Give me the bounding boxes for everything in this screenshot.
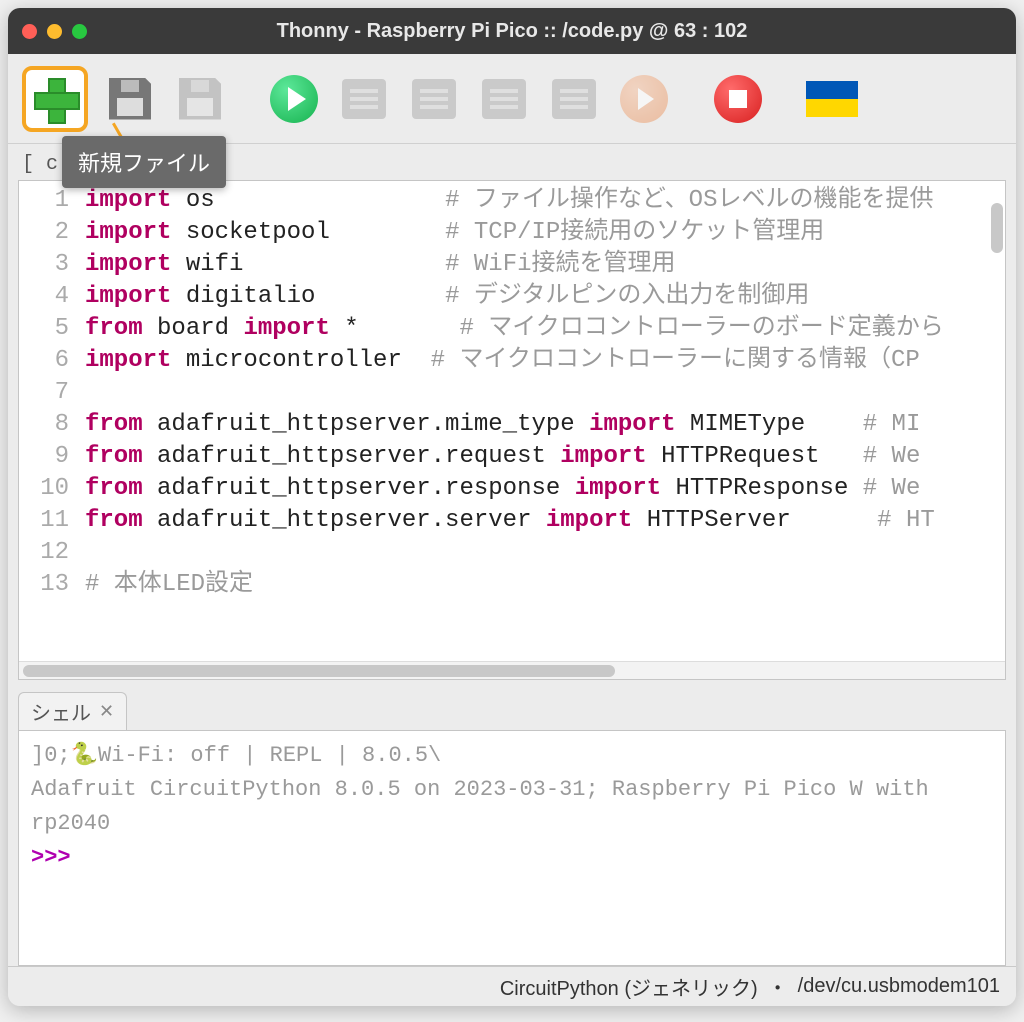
step-into-button[interactable]: [476, 71, 532, 127]
status-sep: ・: [768, 972, 788, 1001]
step-over-icon: [412, 79, 456, 119]
traffic-lights: [22, 24, 87, 39]
shell-tab[interactable]: シェル ✕: [18, 692, 127, 730]
shell-prompt: >>>: [31, 845, 71, 870]
editor-tab[interactable]: [ c: [18, 149, 62, 180]
play-icon: [270, 75, 318, 123]
stop-button[interactable]: [710, 71, 766, 127]
save-icon: [179, 78, 221, 120]
backend-label[interactable]: CircuitPython (ジェネリック): [500, 972, 758, 1001]
toolbar: 新規ファイル: [8, 54, 1016, 144]
ukraine-flag-icon: [806, 81, 858, 117]
zoom-window-button[interactable]: [72, 24, 87, 39]
window-title: Thonny - Raspberry Pi Pico :: /code.py @…: [8, 20, 1016, 43]
shell-body[interactable]: ]0;🐍Wi-Fi: off | REPL | 8.0.5\ Adafruit …: [18, 730, 1006, 966]
resume-icon: [620, 75, 668, 123]
app-window: Thonny - Raspberry Pi Pico :: /code.py @…: [8, 8, 1016, 1006]
debug-button[interactable]: [336, 71, 392, 127]
statusbar: CircuitPython (ジェネリック) ・ /dev/cu.usbmode…: [8, 966, 1016, 1006]
close-window-button[interactable]: [22, 24, 37, 39]
shell-line: Adafruit CircuitPython 8.0.5 on 2023-03-…: [31, 773, 993, 841]
shell-tab-label: シェル: [31, 697, 91, 726]
step-into-icon: [482, 79, 526, 119]
editor-container: 12345678910111213 import os # ファイル操作など、O…: [18, 180, 1006, 680]
resume-button[interactable]: [616, 71, 672, 127]
new-file-button[interactable]: [22, 66, 88, 132]
shell-tabbar: シェル ✕: [18, 692, 1006, 730]
stop-icon: [714, 75, 762, 123]
open-file-button[interactable]: [102, 71, 158, 127]
shell-panel: シェル ✕ ]0;🐍Wi-Fi: off | REPL | 8.0.5\ Ada…: [18, 692, 1006, 966]
editor-body[interactable]: 12345678910111213 import os # ファイル操作など、O…: [19, 181, 1005, 661]
step-out-button[interactable]: [546, 71, 602, 127]
shell-line: ]0;🐍Wi-Fi: off | REPL | 8.0.5\: [31, 739, 993, 773]
minimize-window-button[interactable]: [47, 24, 62, 39]
close-icon[interactable]: ✕: [99, 701, 114, 722]
horizontal-scrollbar[interactable]: [19, 661, 1005, 679]
titlebar: Thonny - Raspberry Pi Pico :: /code.py @…: [8, 8, 1016, 54]
line-number-gutter: 12345678910111213: [19, 181, 79, 661]
run-button[interactable]: [266, 71, 322, 127]
code-area[interactable]: import os # ファイル操作など、OSレベルの機能を提供import s…: [79, 181, 1005, 661]
vertical-scrollbar[interactable]: [991, 203, 1003, 253]
open-icon: [109, 78, 151, 120]
new-file-tooltip: 新規ファイル: [62, 136, 226, 188]
support-ukraine-button[interactable]: [804, 71, 860, 127]
horizontal-scrollbar-thumb[interactable]: [23, 665, 615, 677]
port-label[interactable]: /dev/cu.usbmodem101: [798, 975, 1000, 998]
step-out-icon: [552, 79, 596, 119]
save-file-button[interactable]: [172, 71, 228, 127]
step-over-button[interactable]: [406, 71, 462, 127]
plus-icon: [34, 78, 76, 120]
debug-icon: [342, 79, 386, 119]
